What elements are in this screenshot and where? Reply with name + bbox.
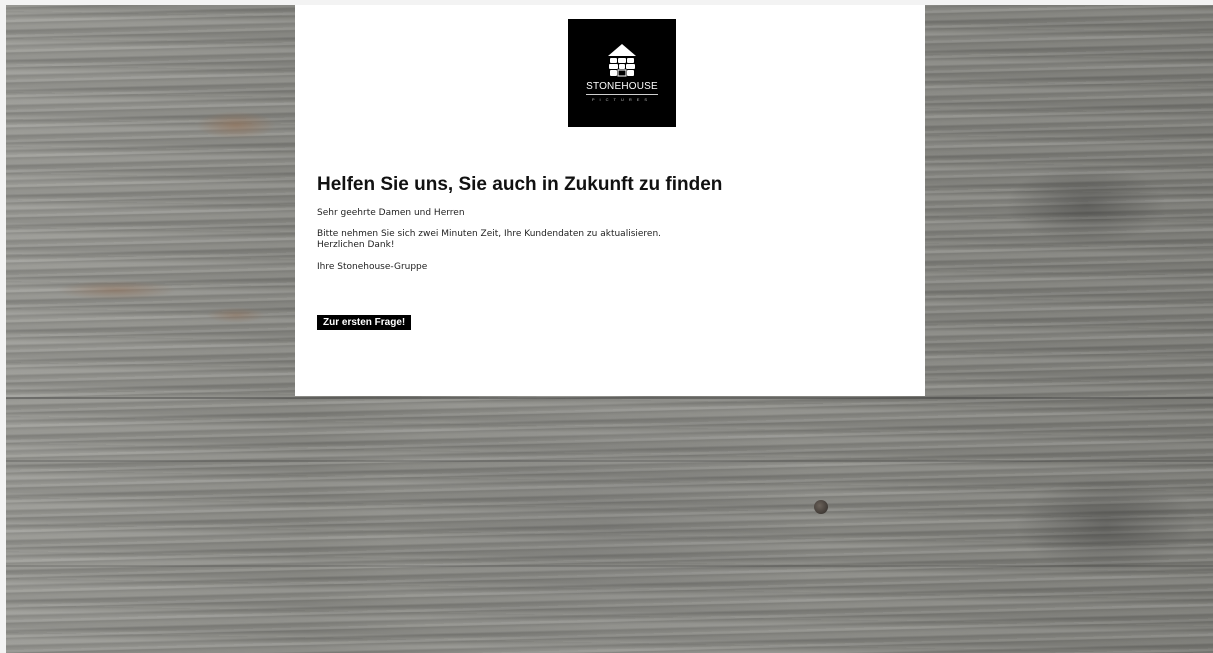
plank-seam (6, 565, 1213, 567)
logo-sub-text: PICTURES (591, 97, 653, 102)
logo-brand-text: STONEHOUSE (586, 81, 658, 92)
page-title: Helfen Sie uns, Sie auch in Zukunft zu f… (317, 174, 723, 195)
survey-card: STONEHOUSE PICTURES Helfen Sie uns, Sie … (295, 5, 925, 396)
stone-house-icon (608, 44, 636, 77)
logo-divider (586, 94, 658, 95)
stonehouse-logo: STONEHOUSE PICTURES (568, 19, 676, 127)
request-text: Bitte nehmen Sie sich zwei Minuten Zeit,… (317, 229, 662, 239)
plank-seam (6, 397, 1213, 399)
greeting-text: Sehr geehrte Damen und Herren (317, 208, 465, 218)
signature-text: Ihre Stonehouse-Gruppe (317, 262, 428, 272)
thanks-text: Herzlichen Dank! (317, 240, 395, 250)
plank-seam (6, 460, 1213, 462)
first-question-button[interactable]: Zur ersten Frage! (317, 315, 412, 330)
nail-head (814, 500, 828, 514)
